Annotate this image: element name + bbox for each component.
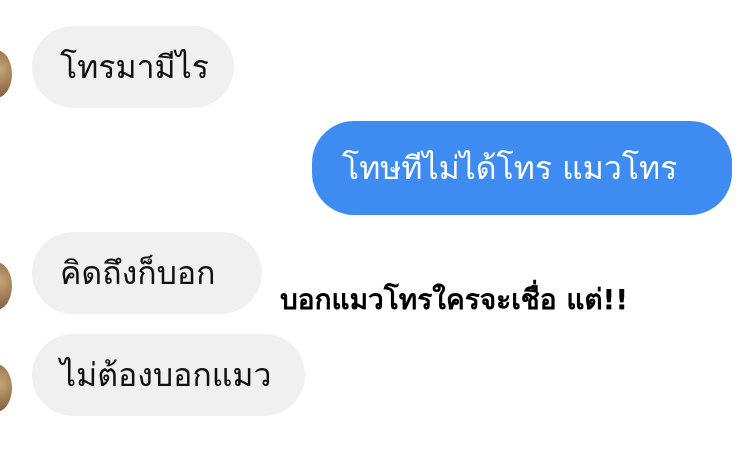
- avatar[interactable]: [0, 262, 12, 310]
- outgoing-message-bubble[interactable]: โทษทีไม่ได้โทร แมวโทร: [312, 121, 732, 215]
- avatar[interactable]: [0, 50, 12, 98]
- message-text: โทรมามีไร: [60, 48, 209, 86]
- incoming-message-bubble[interactable]: คิดถึงก็บอก: [32, 232, 262, 314]
- message-text: โทษทีไม่ได้โทร แมวโทร: [342, 149, 678, 187]
- incoming-message-bubble[interactable]: ไม่ต้องบอกแมว: [32, 334, 305, 416]
- incoming-message-bubble[interactable]: โทรมามีไร: [32, 26, 234, 108]
- message-text: คิดถึงก็บอก: [60, 254, 216, 292]
- message-text: ไม่ต้องบอกแมว: [60, 356, 272, 394]
- avatar[interactable]: [0, 364, 12, 412]
- overlay-caption: บอกแมวโทรใครจะเชื่อ แต่!!: [280, 283, 629, 316]
